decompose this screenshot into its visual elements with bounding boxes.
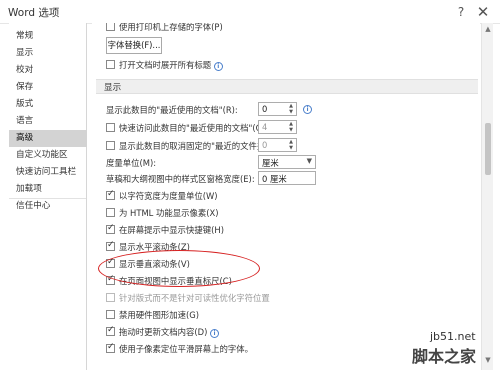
nav-item-quick-access[interactable]: 快速访问工具栏: [9, 164, 87, 181]
section-header-display: 显示: [96, 79, 478, 94]
scrollbar-thumb[interactable]: [485, 123, 491, 175]
units-label: 度量单位(M):: [106, 158, 157, 168]
style-pane-label: 草稿和大纲视图中的样式区窗格宽度(E):: [106, 174, 255, 184]
checkbox[interactable]: [106, 342, 115, 353]
units-value: 厘米: [262, 158, 279, 168]
spinner-arrows-icon[interactable]: ▲ ▼: [287, 139, 295, 151]
spinner-value: 0: [262, 104, 268, 114]
nav-item-proofing[interactable]: 校对: [9, 62, 87, 79]
info-icon: i: [210, 329, 220, 338]
nav-item-save[interactable]: 保存: [9, 79, 87, 96]
info-icon: i: [303, 105, 312, 114]
units-dropdown[interactable]: 厘米 ▼: [258, 155, 316, 169]
option-char-width[interactable]: 以字符宽度为度量单位(W): [92, 189, 480, 204]
checkbox[interactable]: [106, 310, 115, 319]
option-label: 以字符宽度为度量单位(W): [119, 191, 218, 201]
section-title: 显示: [104, 83, 122, 93]
info-icon: i: [213, 62, 223, 71]
style-pane-width-input[interactable]: 0 厘米: [258, 171, 316, 185]
font-substitution-button[interactable]: 字体替换(F)...: [106, 37, 162, 54]
option-row[interactable]: 使用打印机上存储的字体(P): [92, 23, 480, 35]
vertical-scrollbar[interactable]: ▲ ▼: [481, 23, 493, 370]
quick-access-spinner[interactable]: 4 ▲ ▼: [258, 120, 297, 134]
nav-item-trust-center[interactable]: 信任中心: [9, 198, 87, 215]
option-label: 为 HTML 功能显示像素(X): [119, 208, 219, 218]
options-nav: 常规 显示 校对 保存 版式 语言 高级 自定义功能区 快速访问工具栏 加载项 …: [9, 23, 87, 370]
option-label: 拖动时更新文档内容(D) i: [119, 326, 220, 338]
nav-item-general[interactable]: 常规: [9, 28, 87, 45]
spinner-arrows-icon[interactable]: ▲ ▼: [287, 103, 295, 115]
checkbox[interactable]: [106, 208, 115, 217]
annotation-circle: [98, 250, 260, 287]
checkbox[interactable]: [106, 240, 115, 251]
checkbox[interactable]: [106, 293, 115, 302]
nav-item-advanced[interactable]: 高级: [9, 130, 87, 147]
nav-item-display[interactable]: 显示: [9, 45, 87, 62]
help-button[interactable]: ?: [452, 3, 470, 21]
option-row[interactable]: 打开文档时展开所有标题 i: [92, 58, 480, 73]
watermark-url: jb51.net: [430, 330, 476, 343]
option-shortcut-tips[interactable]: 在屏幕提示中显示快捷键(H): [92, 223, 480, 238]
checkbox[interactable]: [106, 223, 115, 234]
scroll-up-icon[interactable]: ▲: [484, 25, 492, 33]
recent-docs-spinner[interactable]: 0 ▲ ▼: [258, 102, 297, 116]
chevron-down-icon[interactable]: ▼: [307, 157, 312, 165]
unpinned-folders-spinner[interactable]: 0 ▲ ▼: [258, 138, 297, 152]
title-bar: Word 选项 ? ✕: [0, 0, 500, 24]
checkbox[interactable]: [106, 123, 115, 132]
recent-docs-label: 显示此数目的"最近使用的文档"(R):: [106, 105, 238, 115]
window-title: Word 选项: [8, 7, 60, 19]
watermark-brand: 脚本之家: [412, 347, 477, 366]
quick-access-label: 快速访问此数目的"最近使用的文档"(Q):: [119, 123, 269, 133]
nav-item-language[interactable]: 语言: [9, 113, 87, 130]
option-label: 在屏幕提示中显示快捷键(H): [119, 225, 224, 235]
option-label: 使用打印机上存储的字体(P): [119, 23, 223, 32]
nav-item-customize-ribbon[interactable]: 自定义功能区: [9, 147, 87, 164]
checkbox[interactable]: [106, 325, 115, 336]
nav-item-addins[interactable]: 加载项: [9, 181, 87, 198]
option-label: 打开文档时展开所有标题 i: [119, 59, 223, 71]
spinner-value: 0: [262, 140, 268, 150]
option-label: 针对版式而不是针对可读性优化字符位置: [119, 293, 270, 303]
option-label: 使用子像素定位平滑屏幕上的字体。: [119, 344, 253, 354]
checkbox[interactable]: [106, 60, 115, 69]
checkbox[interactable]: [106, 23, 115, 31]
scroll-down-icon[interactable]: ▼: [484, 356, 492, 364]
option-disable-hw-accel[interactable]: 禁用硬件图形加速(G): [92, 308, 480, 323]
input-value: 0 厘米: [262, 174, 287, 184]
spinner-arrows-icon[interactable]: ▲ ▼: [287, 121, 295, 133]
close-icon[interactable]: ✕: [474, 3, 492, 21]
option-label: 禁用硬件图形加速(G): [119, 310, 200, 320]
checkbox[interactable]: [106, 141, 115, 150]
checkbox[interactable]: [106, 189, 115, 200]
advanced-options-panel: 使用打印机上存储的字体(P) 字体替换(F)... 打开文档时展开所有标题 i …: [92, 23, 480, 370]
nav-item-layout[interactable]: 版式: [9, 96, 87, 113]
option-update-on-drag[interactable]: 拖动时更新文档内容(D) i: [92, 325, 480, 340]
option-html-pixels[interactable]: 为 HTML 功能显示像素(X): [92, 206, 480, 221]
spinner-value: 4: [262, 122, 268, 132]
option-char-positioning[interactable]: 针对版式而不是针对可读性优化字符位置: [92, 291, 480, 306]
